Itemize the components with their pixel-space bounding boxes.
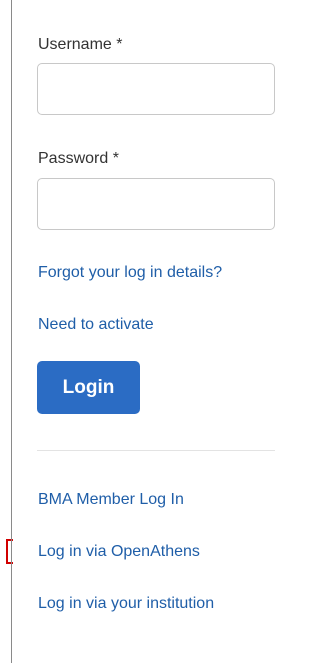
password-label: Password * [38,150,119,167]
forgot-login-link[interactable]: Forgot your log in details? [38,264,222,282]
openathens-login-link[interactable]: Log in via OpenAthens [38,543,200,561]
login-panel: Username * Password * Forgot your log in… [11,0,301,663]
username-input[interactable] [37,63,275,115]
bma-member-login-link[interactable]: BMA Member Log In [38,491,184,509]
password-input[interactable] [37,178,275,230]
institution-login-link[interactable]: Log in via your institution [38,595,214,613]
login-button[interactable]: Login [37,361,140,414]
need-to-activate-link[interactable]: Need to activate [38,316,154,334]
section-divider [37,450,275,451]
username-label: Username * [38,36,123,53]
